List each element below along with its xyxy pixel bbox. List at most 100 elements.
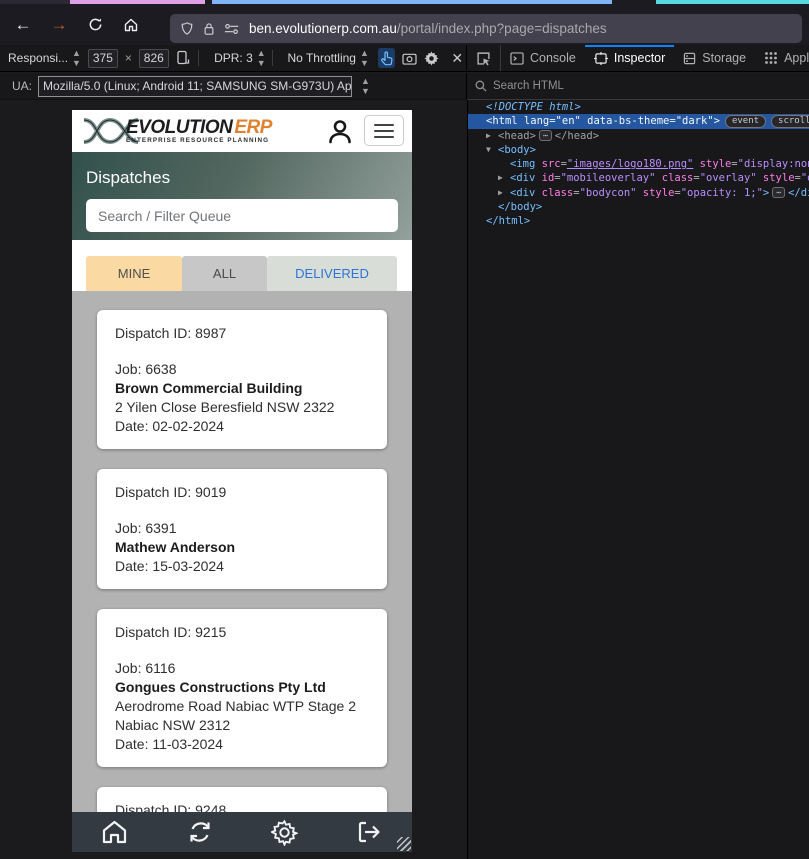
tab-all[interactable]: ALL — [182, 256, 267, 291]
viewport-width-input[interactable]: 375 — [87, 48, 118, 68]
sync-icon[interactable] — [186, 818, 214, 846]
markup-line[interactable]: ▼ <body> — [468, 143, 809, 157]
browser-navbar: ← → ben.evolutionerp.com.au/portal/index… — [0, 4, 809, 45]
ellipsis-badge[interactable]: ⋯ — [772, 186, 786, 198]
node-badge[interactable]: event — [724, 115, 767, 129]
reload-icon[interactable] — [82, 12, 108, 38]
user-icon[interactable] — [326, 117, 354, 145]
throttling-select[interactable]: No Throttling ▲ ▼ — [287, 48, 369, 68]
dispatch-card[interactable]: Dispatch ID: 9019 Job: 6391 Mathew Anderso… — [97, 469, 387, 589]
logo-accent: ERP — [234, 116, 272, 138]
expand-arrow-icon[interactable]: ▶ — [498, 171, 503, 185]
logo-subtitle: ENTERPRISE RESOURCE PLANNING — [126, 136, 270, 144]
code-token: "display:none;" — [737, 158, 809, 171]
devtools-tabbar: Console Inspector Storage Application — [467, 45, 809, 71]
expand-arrow-icon[interactable]: ▶ — [486, 129, 491, 143]
markup-line[interactable]: ▶ <div class="bodycon" style="opacity: 1;… — [468, 186, 809, 200]
resize-grip[interactable] — [397, 837, 411, 851]
expand-arrow-icon[interactable]: ▶ — [498, 186, 503, 200]
code-token: </head> — [554, 129, 600, 142]
ellipsis-badge[interactable]: ⋯ — [538, 129, 552, 141]
logout-icon[interactable] — [356, 818, 384, 846]
address-line: 2 Yilen Close Beresfield NSW 2322 — [115, 399, 335, 415]
responsive-toolbar: Responsi... ▲ ▼ 375 × 826 DPR: 3 ▲ ▼ No Thro… — [0, 45, 467, 71]
code-token: style — [636, 186, 675, 199]
dispatch-tabs: MINE ALL DELIVERED — [86, 256, 400, 291]
lock-icon[interactable] — [203, 22, 215, 36]
close-icon[interactable]: ✕ — [448, 48, 466, 68]
ua-input[interactable]: Mozilla/5.0 (Linux; Android 11; SAMSUNG … — [38, 75, 353, 97]
job-number: Job: 6391 — [115, 520, 177, 536]
menu-button[interactable] — [364, 115, 404, 146]
forward-icon[interactable]: → — [46, 12, 72, 38]
job-number: Job: 6116 — [115, 660, 176, 676]
storage-icon — [684, 52, 696, 64]
code-token: lang — [517, 115, 550, 128]
bottom-nav — [72, 812, 412, 852]
code-token: <html — [486, 115, 518, 128]
viewport-height-input[interactable]: 826 — [138, 48, 169, 68]
code-token: <div — [510, 186, 536, 199]
dispatch-card[interactable]: Dispatch ID: 8987 Job: 6638 Brown Commerci… — [97, 310, 387, 449]
tab-storage[interactable]: Storage — [674, 45, 755, 71]
markup-line[interactable]: <!DOCTYPE html> — [468, 100, 809, 114]
markup-line[interactable]: ▶ <head> ⋯ </head> — [468, 129, 809, 143]
app-logo: EVOLUTION ERP ENTERPRISE RESOURCE PLANNIN… — [82, 116, 272, 146]
chevron-updown-icon: ▲ ▼ — [359, 48, 369, 68]
code-token: </html> — [486, 215, 531, 228]
dispatch-id: Dispatch ID: 9215 — [115, 624, 227, 640]
dispatch-date: Date: 15-03-2024 — [115, 558, 224, 574]
device-select[interactable]: Responsi... ▲ ▼ — [8, 48, 81, 68]
code-token: id — [535, 172, 555, 185]
filter-search-input[interactable]: Search / Filter Queue — [86, 199, 398, 232]
chevron-updown-icon[interactable]: ▲ ▼ — [361, 76, 370, 96]
home-icon[interactable] — [101, 818, 129, 846]
dimension-times-label: × — [124, 51, 132, 65]
home-icon[interactable] — [118, 12, 144, 38]
element-picker-icon[interactable] — [467, 45, 501, 71]
mobile-viewport: EVOLUTION ERP ENTERPRISE RESOURCE PLANNIN… — [72, 110, 412, 852]
dpr-select[interactable]: DPR: 3 ▲ ▼ — [214, 48, 266, 68]
chevron-updown-icon: ▲ ▼ — [256, 48, 266, 68]
collapse-arrow-icon[interactable]: ▼ — [486, 143, 491, 157]
tab-mine[interactable]: MINE — [86, 256, 182, 291]
node-badge[interactable]: scroll — [771, 115, 809, 129]
markup-line[interactable]: ▶ <div id="mobileoverlay" class="overlay"… — [468, 171, 809, 185]
shield-icon[interactable] — [180, 21, 194, 36]
markup-line[interactable]: </html> — [468, 214, 809, 228]
code-token: <head> — [498, 129, 536, 142]
touch-icon[interactable] — [377, 48, 396, 68]
tab-delivered[interactable]: DELIVERED — [267, 256, 397, 291]
code-token: "dark" — [675, 115, 714, 128]
settings-icon[interactable] — [423, 48, 441, 68]
code-token: </body> — [498, 201, 543, 214]
dispatch-list: Dispatch ID: 8987 Job: 6638 Brown Commerci… — [72, 291, 412, 812]
search-icon — [475, 80, 487, 92]
search-html-bar[interactable]: Search HTML — [467, 73, 809, 100]
dispatch-id: Dispatch ID: 9248 — [115, 802, 227, 812]
customer-name: Gongues Constructions Pty Ltd — [115, 679, 326, 695]
markup-line[interactable]: </body> — [468, 200, 809, 214]
code-token: "mobileoverlay" — [560, 172, 656, 185]
dispatch-card[interactable]: Dispatch ID: 9248Job: 3918 — [97, 787, 387, 812]
application-icon — [765, 52, 777, 64]
markup-line[interactable]: <html lang="en" data-bs-theme="dark"> eve… — [468, 114, 809, 129]
tab-application[interactable]: Application — [755, 45, 809, 71]
markup-line[interactable]: <img src="images/logo180.png" style="dis… — [468, 157, 809, 171]
back-icon[interactable]: ← — [10, 12, 36, 38]
dispatch-id: Dispatch ID: 8987 — [115, 325, 227, 341]
tab-inspector[interactable]: Inspector — [584, 45, 675, 71]
console-icon — [510, 51, 524, 65]
tabs-zone: MINE ALL DELIVERED — [72, 240, 412, 291]
settings-icon[interactable] — [271, 818, 299, 846]
screenshot-icon[interactable] — [400, 48, 418, 68]
tab-console[interactable]: Console — [501, 45, 585, 71]
address-line: Nabiac NSW 2312 — [115, 717, 231, 733]
ua-label: UA: — [12, 79, 33, 93]
code-token: "bodycon" — [579, 186, 637, 199]
url-bar[interactable]: ben.evolutionerp.com.au/portal/index.php… — [170, 14, 802, 43]
permissions-icon[interactable] — [224, 23, 240, 35]
rotate-icon[interactable] — [174, 48, 192, 68]
code-token: style — [756, 172, 795, 185]
dispatch-card[interactable]: Dispatch ID: 9215 Job: 6116 Gongues Constr… — [97, 609, 387, 767]
